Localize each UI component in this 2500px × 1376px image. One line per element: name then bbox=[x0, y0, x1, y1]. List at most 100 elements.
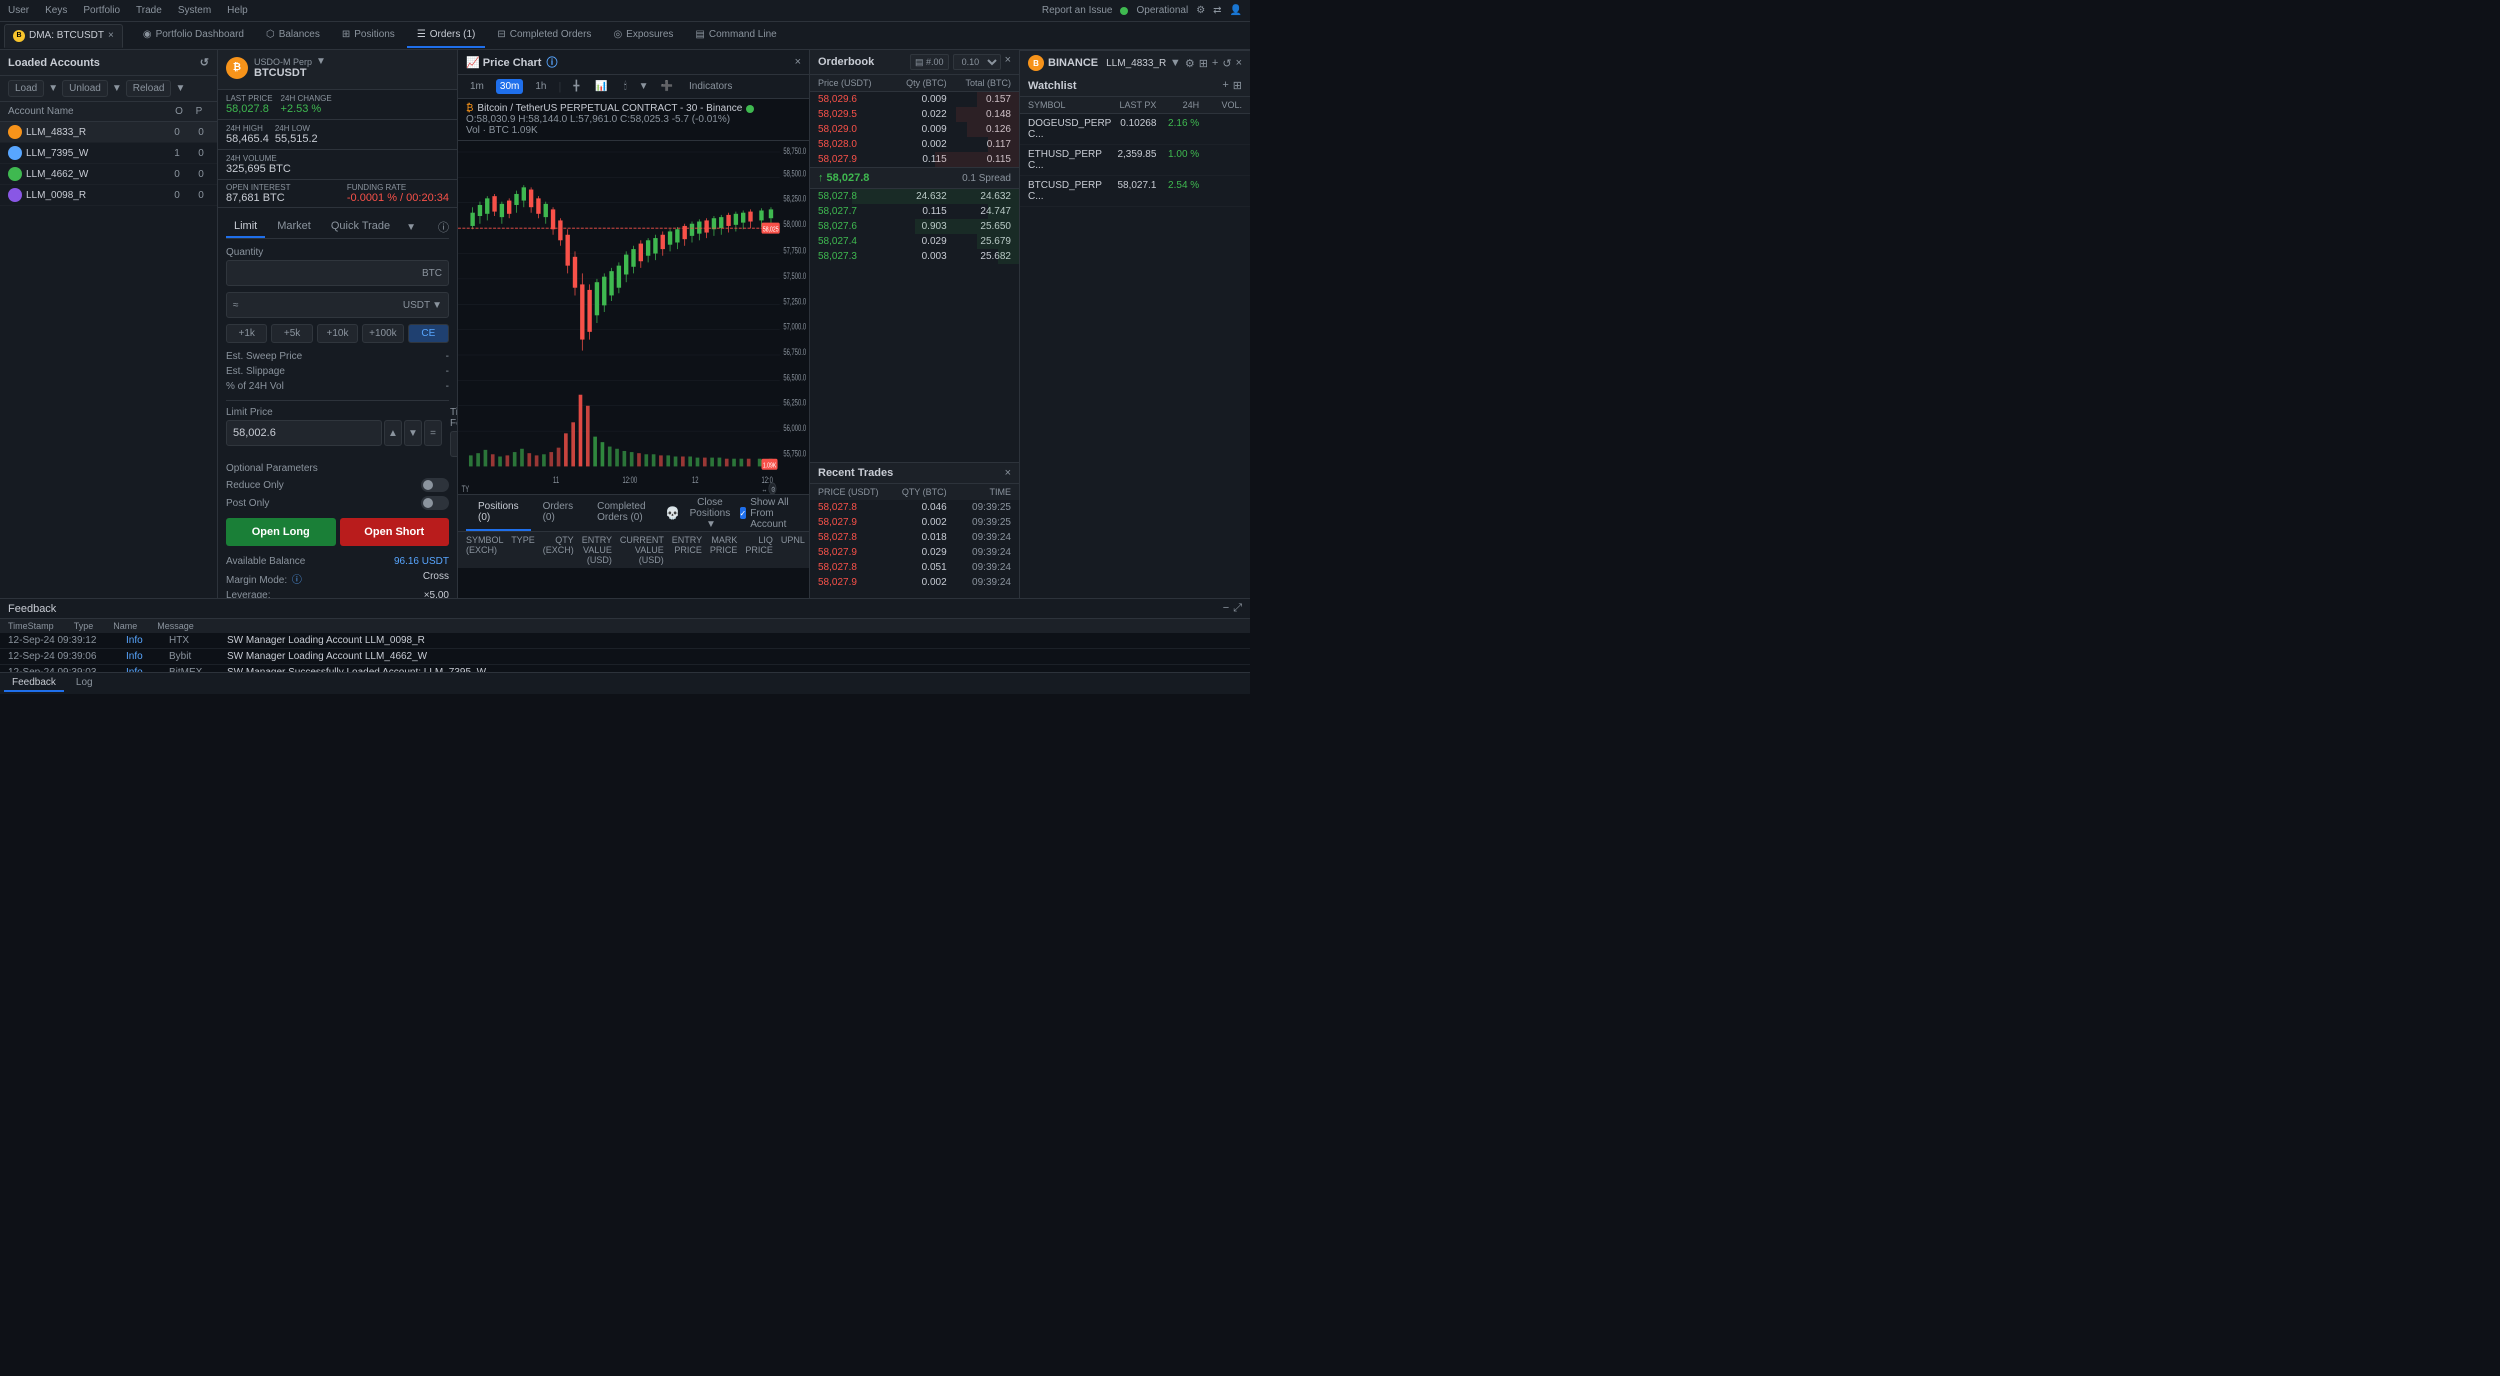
tif-select[interactable]: GTC IOC FOK bbox=[450, 431, 458, 457]
feedback-expand-icon[interactable]: ⤢ bbox=[1233, 602, 1242, 615]
line-tool[interactable]: 📊 bbox=[591, 79, 611, 94]
recent-trades-close-icon[interactable]: × bbox=[1005, 467, 1011, 479]
tab-close-icon[interactable]: × bbox=[108, 30, 114, 41]
wl-add-icon[interactable]: + bbox=[1212, 57, 1218, 70]
trade-row-3[interactable]: 58,027.9 0.029 09:39:24 bbox=[810, 545, 1019, 560]
post-only-toggle[interactable] bbox=[421, 496, 449, 510]
tab-completed-orders[interactable]: ⊟ Completed Orders bbox=[487, 24, 601, 48]
limit-price-input[interactable] bbox=[226, 420, 382, 446]
reload-button[interactable]: Reload bbox=[126, 80, 172, 97]
candle-tool[interactable]: 🕯 bbox=[620, 79, 631, 94]
price-up-btn[interactable]: ▲ bbox=[384, 420, 402, 446]
sidebar-refresh-icon[interactable]: ↺ bbox=[200, 56, 209, 69]
ask-row-1[interactable]: 58,029.5 0.022 0.148 bbox=[810, 107, 1019, 122]
tab-positions[interactable]: ⊞ Positions bbox=[332, 24, 405, 48]
tab-orders[interactable]: ☰ Orders (1) bbox=[407, 24, 486, 48]
settings-icon[interactable]: ⚙ bbox=[1196, 5, 1205, 16]
tf-30m-btn[interactable]: 30m bbox=[496, 79, 523, 94]
bid-row-3[interactable]: 58,027.4 0.029 25.679 bbox=[810, 234, 1019, 249]
open-short-button[interactable]: Open Short bbox=[340, 518, 450, 546]
layout-icon[interactable]: ⇄ bbox=[1213, 5, 1221, 16]
close-positions-button[interactable]: Close Positions ▼ bbox=[688, 497, 731, 530]
tf-1m-btn[interactable]: 1m bbox=[466, 79, 488, 94]
account-row-llm4833[interactable]: LLM_4833_R 0 0 bbox=[0, 122, 217, 143]
approx-input[interactable] bbox=[243, 299, 403, 311]
skull-icon[interactable]: 💀 bbox=[665, 506, 680, 520]
ob-close-icon[interactable]: × bbox=[1005, 54, 1011, 70]
btn-ce[interactable]: CE bbox=[408, 324, 449, 343]
account-row-llm0098[interactable]: LLM_0098_R 0 0 bbox=[0, 185, 217, 206]
open-long-button[interactable]: Open Long bbox=[226, 518, 336, 546]
chart-settings-dropdown[interactable]: ▼ bbox=[639, 81, 649, 92]
wl-refresh-icon[interactable]: ↺ bbox=[1222, 57, 1231, 70]
ask-row-2[interactable]: 58,029.0 0.009 0.126 bbox=[810, 122, 1019, 137]
unload-button[interactable]: Unload bbox=[62, 80, 108, 97]
report-issue-link[interactable]: Report an Issue bbox=[1042, 5, 1113, 16]
approx-dropdown-icon[interactable]: ▼ bbox=[432, 300, 442, 311]
chart-info-icon[interactable]: ⓘ bbox=[547, 57, 558, 69]
add-tool[interactable]: ➕ bbox=[657, 79, 677, 94]
reduce-only-toggle[interactable] bbox=[421, 478, 449, 492]
menu-keys[interactable]: Keys bbox=[45, 5, 67, 16]
order-info-icon[interactable]: ⓘ bbox=[438, 219, 449, 235]
trade-row-0[interactable]: 58,027.8 0.046 09:39:25 bbox=[810, 500, 1019, 515]
close-pos-dropdown[interactable]: ▼ bbox=[706, 519, 716, 530]
menu-help[interactable]: Help bbox=[227, 5, 248, 16]
account-row-llm7395[interactable]: LLM_7395_W 1 0 bbox=[0, 143, 217, 164]
ob-type-button[interactable]: ▤ #.00 bbox=[910, 54, 949, 70]
feedback-minimize-icon[interactable]: − bbox=[1223, 602, 1229, 615]
dropdown-arrow[interactable]: ▼ bbox=[316, 56, 326, 67]
menu-portfolio[interactable]: Portfolio bbox=[83, 5, 120, 16]
tab-command-line[interactable]: ▤ Command Line bbox=[685, 24, 786, 48]
tf-1h-btn[interactable]: 1h bbox=[531, 79, 550, 94]
bid-row-2[interactable]: 58,027.6 0.903 25.650 bbox=[810, 219, 1019, 234]
wl-symbol-row-2[interactable]: BTCUSD_PERP C... 58,027.1 2.54 % bbox=[1020, 176, 1250, 207]
btn-5k[interactable]: +5k bbox=[271, 324, 312, 343]
load-button[interactable]: Load bbox=[8, 80, 44, 97]
bid-row-0[interactable]: 58,027.8 24.632 24.632 bbox=[810, 189, 1019, 204]
wl-symbol-row-0[interactable]: DOGEUSD_PERP C... 0.10268 2.16 % bbox=[1020, 114, 1250, 145]
tab-orders-bottom[interactable]: Orders (0) bbox=[531, 495, 586, 531]
indicators-btn[interactable]: Indicators bbox=[685, 79, 736, 94]
trade-row-2[interactable]: 58,027.8 0.018 09:39:24 bbox=[810, 530, 1019, 545]
ask-row-4[interactable]: 58,027.9 0.115 0.115 bbox=[810, 152, 1019, 167]
wl-close-icon[interactable]: × bbox=[1236, 57, 1242, 70]
bid-row-1[interactable]: 58,027.7 0.115 24.747 bbox=[810, 204, 1019, 219]
trade-row-5[interactable]: 58,027.9 0.002 09:39:24 bbox=[810, 575, 1019, 590]
menu-trade[interactable]: Trade bbox=[136, 5, 162, 16]
wl-settings-dropdown[interactable]: ▼ bbox=[1170, 57, 1181, 70]
chart-close-button[interactable]: × bbox=[795, 56, 801, 68]
tab-completed-bottom[interactable]: Completed Orders (0) bbox=[585, 495, 665, 531]
margin-info-icon[interactable]: ⓘ bbox=[292, 575, 302, 586]
tab-quick-trade[interactable]: Quick Trade bbox=[323, 216, 398, 238]
active-tab[interactable]: B DMA: BTCUSDT × bbox=[4, 24, 123, 48]
order-settings-icon[interactable]: ▼ bbox=[406, 222, 416, 233]
menu-user[interactable]: User bbox=[8, 5, 29, 16]
wl-layout-icon[interactable]: ⊞ bbox=[1199, 57, 1208, 70]
menu-system[interactable]: System bbox=[178, 5, 211, 16]
tab-positions-bottom[interactable]: Positions (0) bbox=[466, 495, 531, 531]
price-options-btn[interactable]: = bbox=[424, 420, 442, 446]
ask-row-3[interactable]: 58,028.0 0.002 0.117 bbox=[810, 137, 1019, 152]
ob-size-select[interactable]: 0.10 bbox=[953, 54, 1001, 70]
quantity-input[interactable] bbox=[233, 267, 422, 279]
btn-1k[interactable]: +1k bbox=[226, 324, 267, 343]
wl-symbol-row-1[interactable]: ETHUSD_PERP C... 2,359.85 1.00 % bbox=[1020, 145, 1250, 176]
tab-portfolio-dashboard[interactable]: ◉ Portfolio Dashboard bbox=[133, 24, 254, 48]
wl-filter-icon[interactable]: ⊞ bbox=[1233, 79, 1242, 92]
tab-market[interactable]: Market bbox=[269, 216, 319, 238]
ask-row-0[interactable]: 58,029.6 0.009 0.157 bbox=[810, 92, 1019, 107]
trade-row-1[interactable]: 58,027.9 0.002 09:39:25 bbox=[810, 515, 1019, 530]
bid-row-4[interactable]: 58,027.3 0.003 25.682 bbox=[810, 249, 1019, 264]
approx-input-wrapper[interactable]: ≈ USDT ▼ bbox=[226, 292, 449, 318]
account-row-llm4662[interactable]: LLM_4662_W 0 0 bbox=[0, 164, 217, 185]
wl-add-symbol-icon[interactable]: + bbox=[1222, 79, 1228, 92]
tab-exposures[interactable]: ◎ Exposures bbox=[603, 24, 683, 48]
tab-balances[interactable]: ⬡ Balances bbox=[256, 24, 330, 48]
trade-row-4[interactable]: 58,027.8 0.051 09:39:24 bbox=[810, 560, 1019, 575]
fb-tab-feedback[interactable]: Feedback bbox=[4, 675, 64, 692]
price-down-btn[interactable]: ▼ bbox=[404, 420, 422, 446]
btn-10k[interactable]: +10k bbox=[317, 324, 358, 343]
wl-gear-icon[interactable]: ⚙ bbox=[1185, 57, 1195, 70]
tab-limit[interactable]: Limit bbox=[226, 216, 265, 238]
